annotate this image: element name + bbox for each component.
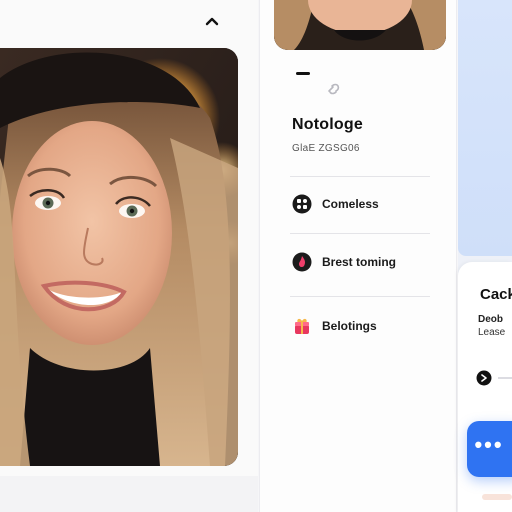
- bottom-pill: [482, 494, 512, 500]
- card-title: Cack: [480, 286, 512, 303]
- grid-circle-icon: [292, 194, 312, 214]
- divider: [290, 233, 430, 234]
- left-bottom-strip: [0, 476, 258, 512]
- more-options-button[interactable]: •••: [467, 421, 512, 477]
- blue-header-area: [458, 0, 512, 256]
- profile-details-panel: Notologe GlaE ZGSG06 Comeless Brest tomi…: [260, 0, 456, 512]
- flame-circle-icon: [292, 252, 312, 272]
- menu-item-label: Comeless: [322, 197, 379, 211]
- more-dots-icon: •••: [474, 432, 504, 457]
- profile-title: Notologe: [292, 116, 363, 133]
- menu-item-belotings[interactable]: Belotings: [292, 314, 377, 338]
- left-panel: [0, 0, 258, 512]
- gift-icon: [295, 318, 309, 334]
- menu-item-comeless[interactable]: Comeless: [292, 192, 379, 216]
- chevron-up-icon[interactable]: [204, 14, 220, 28]
- menu-item-label: Belotings: [322, 319, 377, 333]
- link-icon[interactable]: [326, 83, 342, 95]
- profile-subtitle: GlaE ZGSG06: [292, 143, 360, 154]
- minus-icon[interactable]: [296, 72, 310, 75]
- portrait-photo[interactable]: [0, 48, 238, 466]
- menu-item-brest-toming[interactable]: Brest toming: [292, 250, 396, 274]
- slider-track[interactable]: [498, 377, 512, 379]
- divider: [290, 296, 430, 297]
- menu-item-label: Brest toming: [322, 255, 397, 269]
- thumbnail-photo[interactable]: [274, 0, 446, 50]
- card-line-2: Lease: [478, 327, 506, 338]
- divider: [290, 176, 430, 177]
- card-line-1: Deob: [478, 314, 503, 325]
- radio-selected-icon[interactable]: [476, 370, 492, 386]
